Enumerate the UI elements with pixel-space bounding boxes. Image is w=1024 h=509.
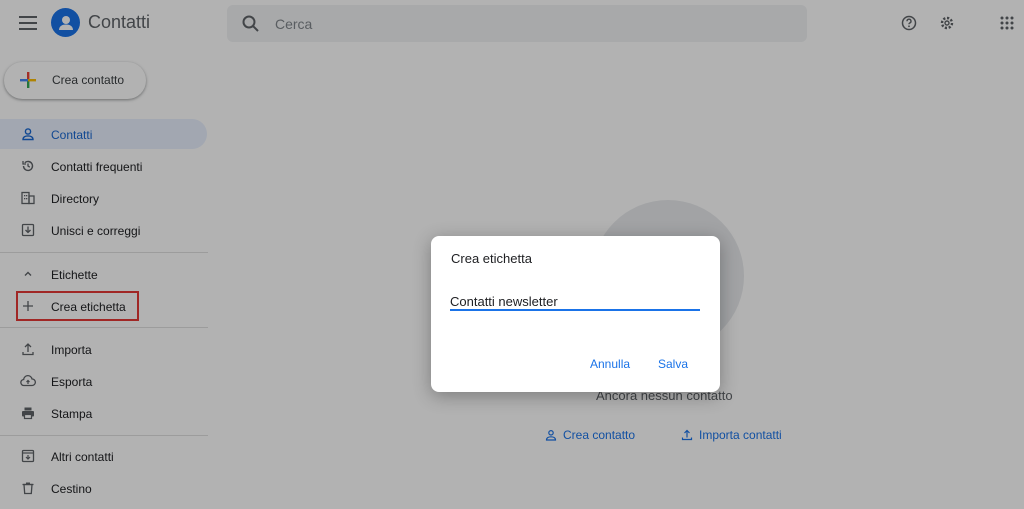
dialog-title: Crea etichetta	[451, 251, 532, 266]
create-label-dialog: Crea etichetta Annulla Salva	[431, 236, 720, 392]
save-button[interactable]: Salva	[658, 357, 688, 371]
cancel-button[interactable]: Annulla	[590, 357, 630, 371]
label-name-input[interactable]	[450, 293, 700, 311]
